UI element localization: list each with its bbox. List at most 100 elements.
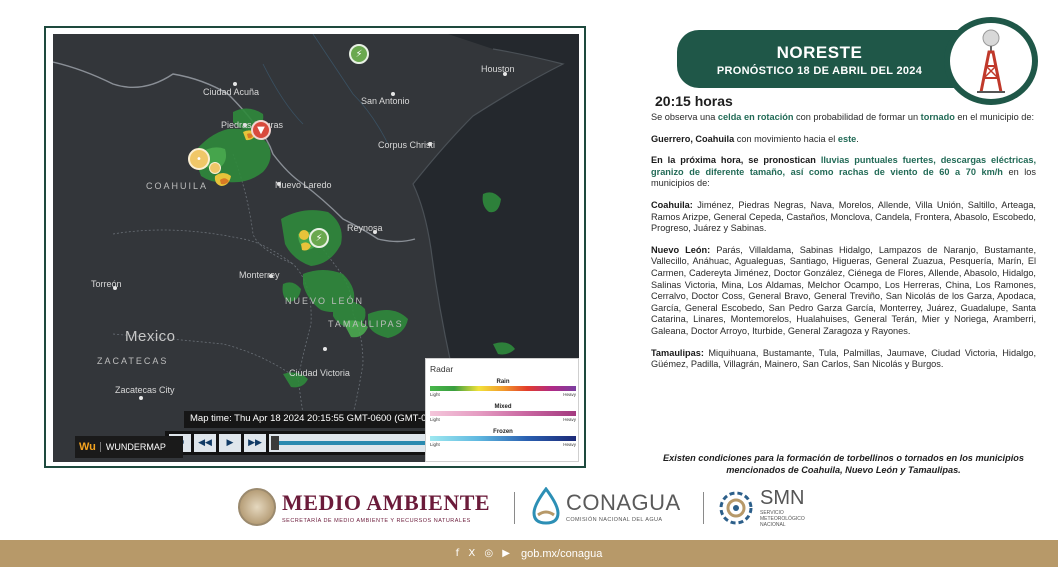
location-paragraph: Guerrero, Coahuila con movimiento hacia … xyxy=(651,134,1036,146)
text: Se observa una xyxy=(651,112,718,122)
medio-ambiente-logo[interactable]: MEDIO AMBIENTE SECRETARÍA DE MEDIO AMBIE… xyxy=(238,488,490,526)
hail-marker[interactable]: • xyxy=(188,148,210,170)
rotation-paragraph: Se observa una celda en rotación con pro… xyxy=(651,112,1036,124)
hail-marker-small[interactable] xyxy=(209,162,221,174)
smn-spiral-icon xyxy=(719,491,753,524)
state-label: Coahuila: xyxy=(651,199,693,210)
radar-map[interactable]: Houston Ciudad Acuña San Antonio Piedras… xyxy=(53,34,579,462)
divider xyxy=(514,492,515,524)
conagua-logo[interactable]: CONAGUA COMISIÓN NACIONAL DEL AGUA xyxy=(530,487,681,525)
municipality-list: Miquihuana, Bustamante, Tula, Palmillas,… xyxy=(651,347,1036,370)
institution-logos: MEDIO AMBIENTE SECRETARÍA DE MEDIO AMBIE… xyxy=(0,478,1058,540)
coahuila-paragraph: Coahuila: Jiménez, Piedras Negras, Nava,… xyxy=(651,200,1036,235)
legend-light: Light xyxy=(430,442,440,447)
text: en el municipio de: xyxy=(954,112,1035,122)
weather-tower-icon xyxy=(944,17,1038,105)
storm-icon: ⚡ xyxy=(315,232,323,244)
state-label: Tamaulipas: xyxy=(651,347,704,358)
play-button[interactable]: ▶ xyxy=(219,434,241,452)
nuevo-leon-paragraph: Nuevo León: Parás, Villaldama, Sabinas H… xyxy=(651,245,1036,338)
city-dot xyxy=(139,396,143,400)
legend-mixed: Mixed Light Heavy xyxy=(430,404,576,422)
legend-frozen-label: Frozen xyxy=(493,429,513,435)
storm-icon: ⚡ xyxy=(355,48,363,60)
state-coahuila: COAHUILA xyxy=(146,181,209,191)
wundermap-label: WUNDERMAP xyxy=(99,442,166,452)
city-ciudad-acuna: Ciudad Acuña xyxy=(203,87,260,97)
highlight-tornado: tornado xyxy=(920,112,955,122)
tornado-warning-marker[interactable]: ▼ xyxy=(251,120,271,140)
conagua-drop-icon xyxy=(532,487,560,525)
legend-rain: Rain Light Heavy xyxy=(430,379,576,397)
cell-marker[interactable] xyxy=(299,230,309,240)
storm-marker[interactable]: ⚡ xyxy=(349,44,369,64)
legend-heavy: Heavy xyxy=(563,442,576,447)
city-torreon: Torreón xyxy=(91,279,122,289)
text: con movimiento hacia el xyxy=(734,133,838,144)
conagua-subtitle: COMISIÓN NACIONAL DEL AGUA xyxy=(566,516,663,523)
smn-title: SMN xyxy=(760,487,805,509)
medio-ambiente-title: MEDIO AMBIENTE xyxy=(282,490,491,515)
municipality-list: Parás, Villaldama, Sabinas Hidalgo, Lamp… xyxy=(651,244,1036,336)
rewind-button[interactable]: ◀◀ xyxy=(194,434,216,452)
city-san-antonio: San Antonio xyxy=(361,96,410,106)
state-label: Nuevo León: xyxy=(651,244,711,255)
city-nuevo-laredo: Nuevo Laredo xyxy=(275,180,332,190)
location-name: Guerrero, Coahuila xyxy=(651,133,735,144)
city-dot xyxy=(323,347,327,351)
forward-button[interactable]: ▶▶ xyxy=(244,434,266,452)
conagua-title: CONAGUA xyxy=(566,489,681,515)
municipality-list: Jiménez, Piedras Negras, Nava, Morelos, … xyxy=(651,199,1036,234)
state-nuevo-leon: NUEVO LEÓN xyxy=(285,296,365,306)
city-monterrey: Monterrey xyxy=(239,270,280,280)
wundermap-logo[interactable]: Wu WUNDERMAP xyxy=(75,436,183,458)
legend-frozen-scale xyxy=(430,436,576,441)
legend-rain-scale xyxy=(430,386,576,391)
divider xyxy=(703,492,704,524)
animation-player: ⏮ ◀◀ ▶ ▶▶ xyxy=(165,431,443,455)
tamaulipas-paragraph: Tamaulipas: Miquihuana, Bustamante, Tula… xyxy=(651,348,1036,371)
highlight-rotation: celda en rotación xyxy=(717,112,794,122)
medio-ambiente-subtitle: SECRETARÍA DE MEDIO AMBIENTE Y RECURSOS … xyxy=(282,518,471,524)
text: . xyxy=(856,133,859,144)
radar-map-frame: Houston Ciudad Acuña San Antonio Piedras… xyxy=(44,26,586,468)
radar-legend: Radar Rain Light Heavy Mixed Light Heavy F… xyxy=(425,358,579,462)
legend-rain-label: Rain xyxy=(496,379,510,385)
city-dot xyxy=(233,82,237,86)
forecast-paragraph: En la próxima hora, se pronostican lluvi… xyxy=(651,155,1036,190)
city-zacatecas: Zacatecas City xyxy=(115,385,175,395)
legend-frozen: Frozen Light Heavy xyxy=(430,429,576,447)
tornado-icon: ▼ xyxy=(257,124,265,136)
legend-mixed-scale xyxy=(430,411,576,416)
wu-mark: Wu xyxy=(79,441,96,453)
storm-marker[interactable]: ⚡ xyxy=(309,228,329,248)
city-reynosa: Reynosa xyxy=(347,223,383,233)
footer-url-link[interactable]: gob.mx/conagua xyxy=(521,548,602,560)
country-mexico: Mexico xyxy=(125,328,176,345)
smn-logo[interactable]: SMN SERVICIO METEOROLÓGICO NACIONAL xyxy=(718,487,805,528)
hail-icon: • xyxy=(196,153,202,165)
national-seal-icon xyxy=(238,488,276,526)
timeline-bar xyxy=(275,441,435,445)
state-zacatecas: ZACATECAS xyxy=(97,356,169,366)
timeline-slider[interactable] xyxy=(269,434,441,452)
text: con probabilidad de formar un xyxy=(793,112,921,122)
text: En la próxima hora, se pronostican xyxy=(651,155,821,166)
legend-mixed-label: Mixed xyxy=(494,404,512,410)
legend-light: Light xyxy=(430,392,440,397)
legend-heavy: Heavy xyxy=(563,417,576,422)
state-tamaulipas: TAMAULIPAS xyxy=(328,319,404,329)
tower-svg xyxy=(977,29,1005,93)
legend-light: Light xyxy=(430,417,440,422)
social-media-icons[interactable]: f X ◎ ▶ xyxy=(456,548,513,559)
tornado-alert-note: Existen condiciones para la formación de… xyxy=(663,453,1024,475)
direction: este xyxy=(837,133,857,144)
timeline-handle[interactable] xyxy=(271,436,279,450)
city-ciudad-victoria: Ciudad Victoria xyxy=(289,368,350,378)
legend-heavy: Heavy xyxy=(563,392,576,397)
city-corpus-christi: Corpus Christi xyxy=(378,140,436,150)
city-houston: Houston xyxy=(481,64,515,74)
map-time-label: Map time: Thu Apr 18 2024 20:15:55 GMT-0… xyxy=(184,411,442,428)
forecast-body: Se observa una celda en rotación con pro… xyxy=(651,112,1036,381)
footer-bar: f X ◎ ▶ gob.mx/conagua xyxy=(0,540,1058,567)
